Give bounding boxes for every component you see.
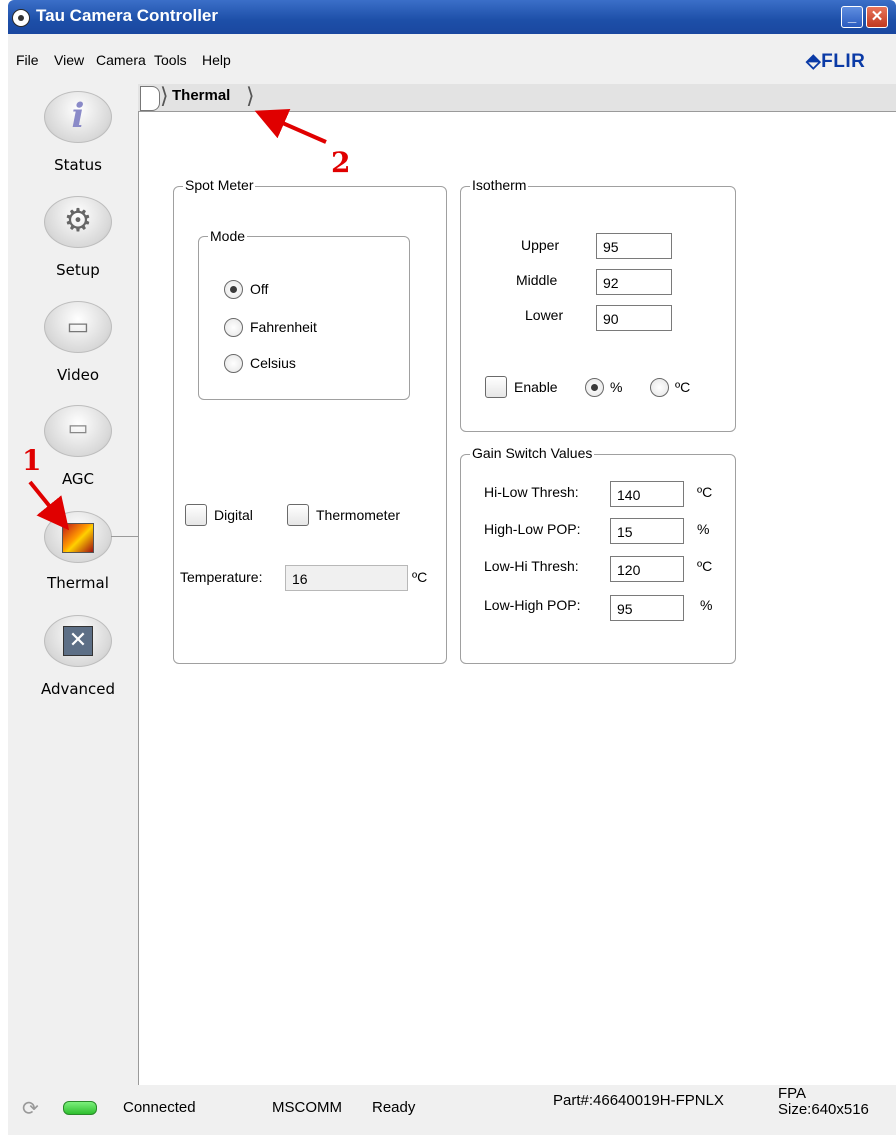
annotation-marker-2: 2 <box>331 146 351 179</box>
annotation-arrow-2 <box>254 108 327 144</box>
annotation-arrows <box>28 108 327 531</box>
annotation-arrow-1 <box>28 480 70 531</box>
annotation-marker-1: 1 <box>22 444 42 477</box>
